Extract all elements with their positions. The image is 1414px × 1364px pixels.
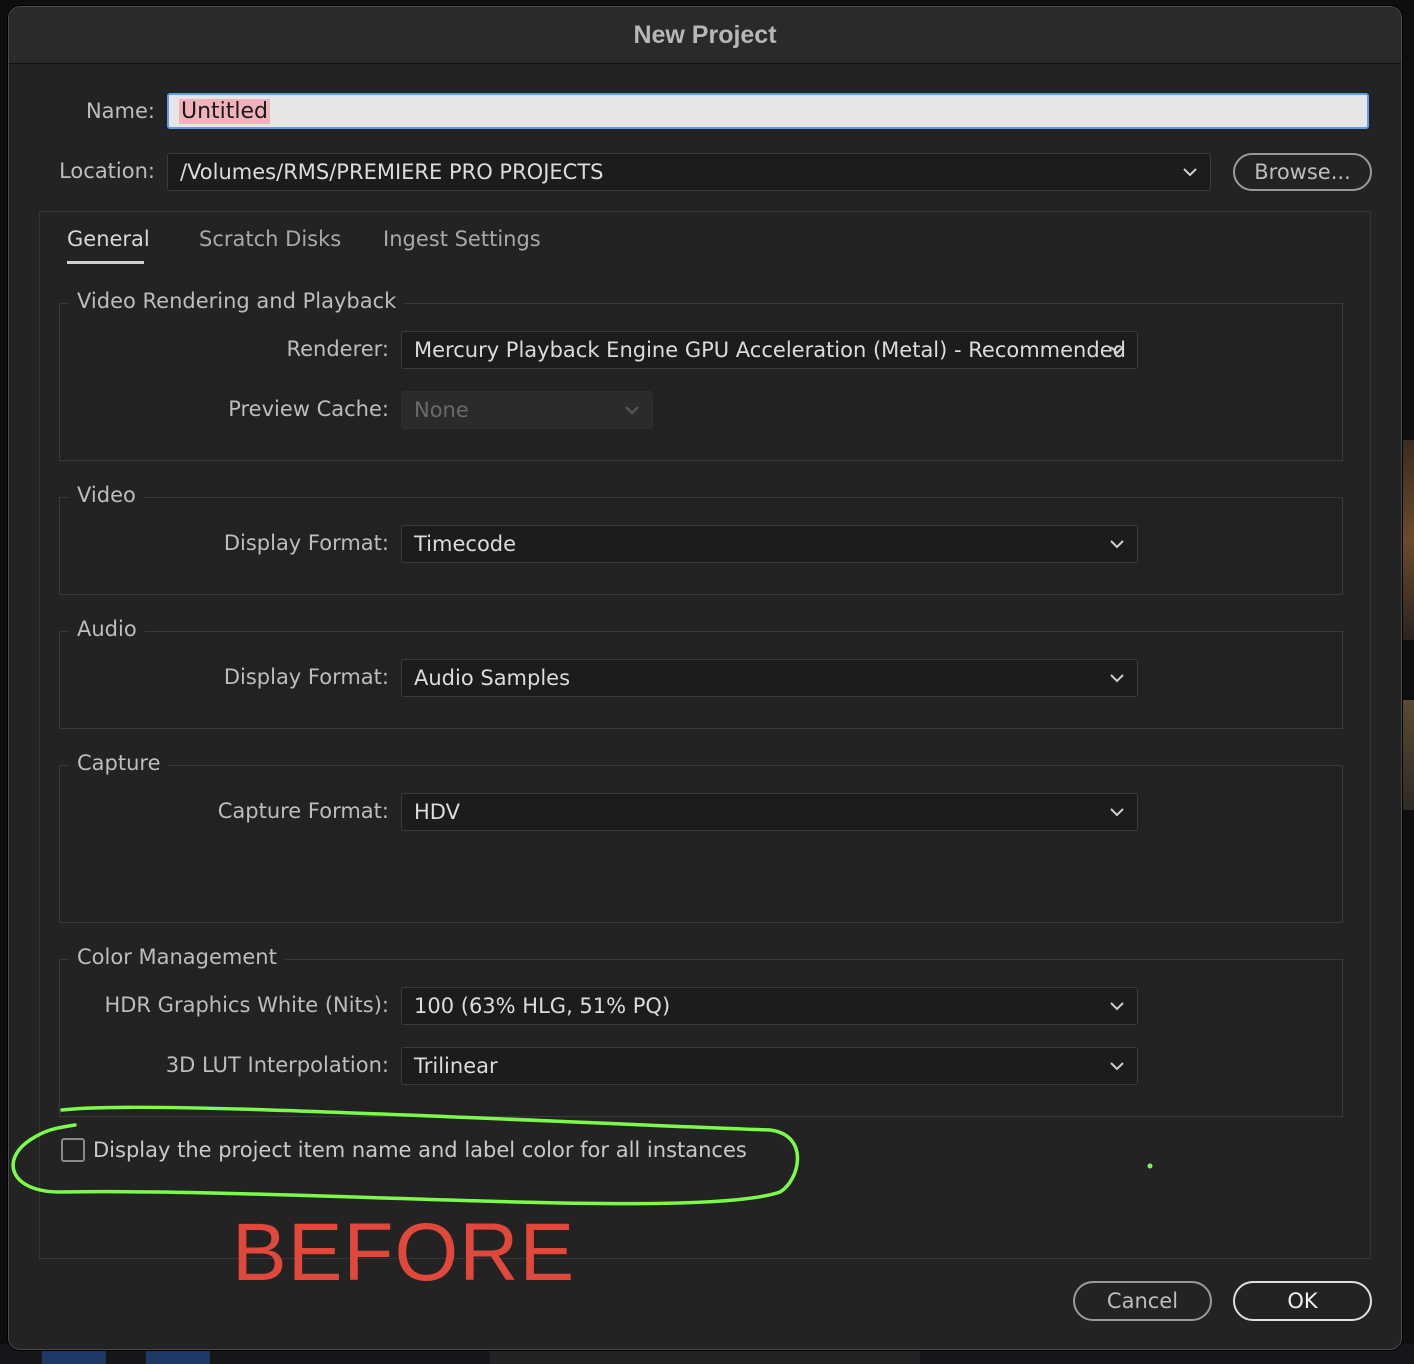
- group-title-video: Video: [69, 483, 144, 507]
- group-title-capture: Capture: [69, 751, 169, 775]
- capture-format-dropdown[interactable]: HDV: [401, 793, 1138, 831]
- background-window-strip: [1400, 440, 1414, 640]
- capture-format-value: HDV: [414, 800, 460, 824]
- renderer-dropdown[interactable]: Mercury Playback Engine GPU Acceleration…: [401, 331, 1138, 369]
- lut-interpolation-dropdown[interactable]: Trilinear: [401, 1047, 1138, 1085]
- video-display-format-label: Display Format:: [223, 531, 389, 555]
- background-window-strip: [1400, 700, 1414, 810]
- lut-interpolation-value: Trilinear: [414, 1054, 498, 1078]
- location-dropdown[interactable]: /Volumes/RMS/PREMIERE PRO PROJECTS: [167, 153, 1211, 191]
- renderer-value: Mercury Playback Engine GPU Acceleration…: [414, 338, 1126, 362]
- location-label: Location:: [59, 159, 155, 183]
- chevron-down-icon: [1110, 674, 1124, 683]
- group-color-management: [59, 959, 1343, 1117]
- ok-button[interactable]: OK: [1233, 1281, 1372, 1321]
- lut-interpolation-label: 3D LUT Interpolation:: [165, 1053, 389, 1077]
- display-project-item-checkbox[interactable]: [61, 1138, 85, 1162]
- background-tab: [490, 1349, 920, 1364]
- hdr-graphics-white-value: 100 (63% HLG, 51% PQ): [414, 994, 671, 1018]
- tab-ingest-settings[interactable]: Ingest Settings: [383, 227, 541, 251]
- location-value: /Volumes/RMS/PREMIERE PRO PROJECTS: [180, 160, 604, 184]
- before-annotation-text: BEFORE: [232, 1207, 576, 1298]
- audio-display-format-label: Display Format:: [223, 665, 389, 689]
- display-project-item-label[interactable]: Display the project item name and label …: [93, 1138, 747, 1162]
- background-tile: [42, 1350, 106, 1364]
- chevron-down-icon: [1110, 540, 1124, 549]
- preview-cache-label: Preview Cache:: [228, 397, 389, 421]
- group-title-video-rendering: Video Rendering and Playback: [69, 289, 405, 313]
- group-title-audio: Audio: [69, 617, 145, 641]
- active-tab-indicator: [67, 261, 144, 264]
- project-name-input[interactable]: Untitled: [167, 93, 1369, 129]
- cancel-button[interactable]: Cancel: [1073, 1281, 1212, 1321]
- group-title-color-management: Color Management: [69, 945, 285, 969]
- group-capture: [59, 765, 1343, 923]
- hdr-graphics-white-dropdown[interactable]: 100 (63% HLG, 51% PQ): [401, 987, 1138, 1025]
- hdr-graphics-white-label: HDR Graphics White (Nits):: [104, 993, 389, 1017]
- chevron-down-icon: [1110, 1062, 1124, 1071]
- audio-display-format-dropdown[interactable]: Audio Samples: [401, 659, 1138, 697]
- chevron-down-icon: [1110, 1002, 1124, 1011]
- capture-format-label: Capture Format:: [217, 799, 389, 823]
- renderer-label: Renderer:: [286, 337, 389, 361]
- chevron-down-icon: [1110, 808, 1124, 817]
- new-project-dialog: New Project Name: Untitled Location: /Vo…: [8, 6, 1402, 1350]
- project-name-value: Untitled: [179, 98, 271, 124]
- tab-scratch-disks[interactable]: Scratch Disks: [199, 227, 341, 251]
- preview-cache-value: None: [414, 398, 469, 422]
- group-video-rendering: [59, 303, 1343, 461]
- chevron-down-icon: [1110, 346, 1124, 355]
- preview-cache-dropdown[interactable]: None: [401, 391, 653, 429]
- chevron-down-icon: [625, 406, 639, 415]
- browse-button[interactable]: Browse...: [1233, 153, 1372, 191]
- video-display-format-value: Timecode: [414, 532, 517, 556]
- tab-general[interactable]: General: [67, 227, 150, 251]
- dialog-title: New Project: [9, 7, 1401, 64]
- name-label: Name:: [85, 99, 155, 123]
- chevron-down-icon: [1183, 168, 1197, 177]
- audio-display-format-value: Audio Samples: [414, 666, 571, 690]
- video-display-format-dropdown[interactable]: Timecode: [401, 525, 1138, 563]
- background-tile: [146, 1350, 210, 1364]
